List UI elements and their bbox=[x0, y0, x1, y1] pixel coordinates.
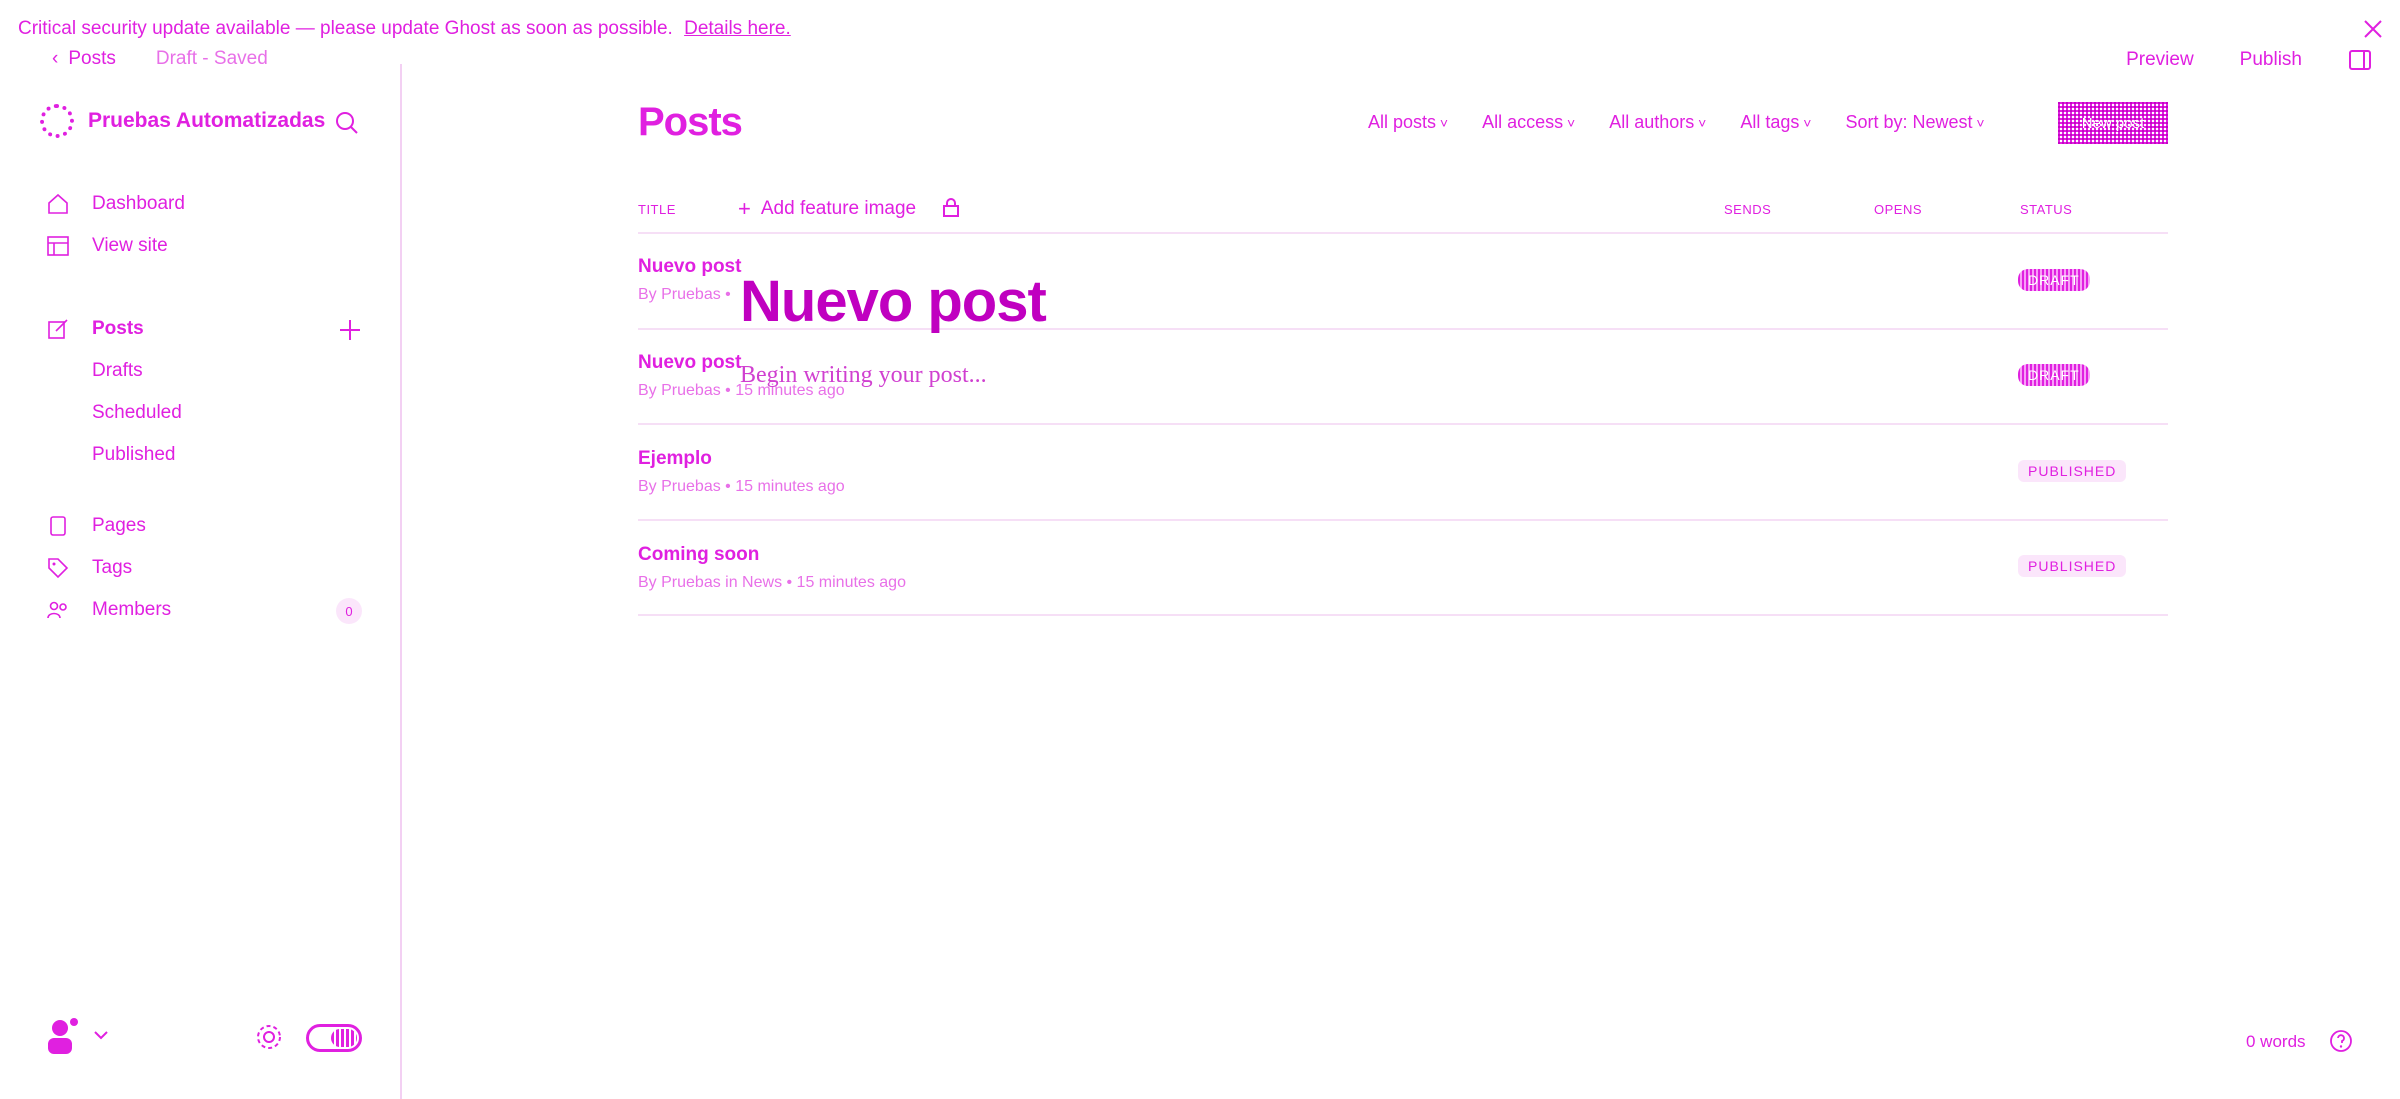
post-title: Nuevo post bbox=[638, 352, 742, 373]
column-header-title: TITLE bbox=[638, 202, 676, 217]
home-icon bbox=[48, 193, 68, 214]
sidebar-item-tags[interactable]: Tags bbox=[46, 556, 132, 580]
sidebar-item-scheduled[interactable]: Scheduled bbox=[92, 402, 182, 424]
sidebar bbox=[0, 64, 402, 1099]
new-post-button[interactable]: New post bbox=[2058, 102, 2168, 144]
divider bbox=[638, 423, 2168, 425]
sort-by-select[interactable]: Sort by: Newest bbox=[1845, 112, 1984, 133]
editor-title-input[interactable]: Nuevo post bbox=[740, 268, 1047, 335]
sidebar-item-view-site[interactable]: View site bbox=[46, 234, 168, 258]
user-avatar-icon[interactable] bbox=[46, 1016, 80, 1056]
site-logo bbox=[40, 104, 74, 138]
column-header-sends: SENDS bbox=[1724, 202, 1772, 217]
post-title: Ejemplo bbox=[638, 448, 712, 469]
sidebar-item-members[interactable]: Members bbox=[46, 598, 171, 622]
status-badge: PUBLISHED bbox=[2018, 460, 2127, 482]
site-brand[interactable]: Pruebas Automatizadas bbox=[40, 104, 325, 138]
preview-button[interactable]: Preview bbox=[2126, 49, 2194, 71]
publish-button[interactable]: Publish bbox=[2240, 49, 2302, 71]
filter-all-authors[interactable]: All authors bbox=[1609, 112, 1706, 133]
page-title: Posts bbox=[638, 100, 743, 144]
filter-all-posts[interactable]: All posts bbox=[1368, 112, 1448, 133]
close-icon[interactable] bbox=[2360, 16, 2386, 42]
post-meta: By Pruebas in News • 15 minutes ago bbox=[638, 574, 906, 591]
post-title: Nuevo post bbox=[638, 256, 742, 277]
divider bbox=[638, 614, 2168, 616]
status-badge: DRAFT bbox=[2018, 269, 2090, 291]
plus-icon: + bbox=[738, 196, 751, 221]
chevron-down-icon[interactable] bbox=[92, 1026, 110, 1044]
table-row[interactable]: Coming soon By Pruebas in News • 15 minu… bbox=[638, 544, 2168, 639]
sidebar-item-label: Pages bbox=[92, 515, 146, 536]
site-name: Pruebas Automatizadas bbox=[88, 109, 326, 132]
sidebar-item-label: Posts bbox=[92, 318, 144, 339]
banner-details-link[interactable]: Details here. bbox=[684, 18, 791, 39]
sidebar-item-published[interactable]: Published bbox=[92, 444, 175, 466]
status-badge: DRAFT bbox=[2018, 364, 2090, 386]
sidebar-item-pages[interactable]: Pages bbox=[46, 514, 146, 538]
tag-icon bbox=[48, 558, 69, 579]
filter-all-access[interactable]: All access bbox=[1482, 112, 1575, 133]
sidebar-item-label: Tags bbox=[92, 557, 133, 578]
sidebar-item-drafts[interactable]: Drafts bbox=[92, 360, 143, 382]
page-icon bbox=[50, 516, 66, 536]
editor-topbar-right: Preview Publish bbox=[2126, 48, 2372, 72]
post-meta: By Pruebas • 15 minutes ago bbox=[638, 478, 845, 495]
members-count-badge: 0 bbox=[336, 598, 362, 624]
sidebar-item-label: View site bbox=[92, 235, 168, 256]
post-meta: By Pruebas • bbox=[638, 286, 731, 303]
post-filters: All posts All access All authors All tag… bbox=[1368, 112, 1985, 133]
members-icon bbox=[47, 601, 67, 619]
status-badge: PUBLISHED bbox=[2018, 555, 2127, 577]
banner-text: Critical security update available — ple… bbox=[18, 18, 673, 39]
add-feature-image-button[interactable]: + Add feature image bbox=[738, 196, 916, 222]
post-title: Coming soon bbox=[638, 544, 760, 565]
add-post-icon[interactable] bbox=[336, 316, 364, 344]
dark-mode-toggle[interactable] bbox=[306, 1024, 362, 1052]
edit-icon bbox=[48, 319, 68, 339]
column-header-opens: OPENS bbox=[1874, 202, 1923, 217]
divider bbox=[638, 519, 2168, 521]
divider bbox=[638, 232, 2168, 234]
column-header-status: STATUS bbox=[2020, 202, 2073, 217]
add-feature-label: Add feature image bbox=[760, 198, 917, 219]
gear-icon[interactable] bbox=[254, 1022, 284, 1052]
sidebar-item-posts[interactable]: Posts bbox=[46, 317, 144, 341]
editor-body-input[interactable]: Begin writing your post... bbox=[740, 362, 987, 389]
help-icon[interactable] bbox=[2328, 1028, 2354, 1054]
sidebar-toggle-icon[interactable] bbox=[2348, 48, 2372, 72]
table-row[interactable]: Ejemplo By Pruebas • 15 minutes ago PUBL… bbox=[638, 448, 2168, 543]
sidebar-item-label: Members bbox=[92, 599, 172, 620]
word-count: 0 words bbox=[2246, 1032, 2306, 1051]
sidebar-item-label: Dashboard bbox=[92, 193, 185, 214]
search-icon[interactable] bbox=[332, 108, 362, 138]
lock-icon[interactable] bbox=[940, 196, 962, 218]
sidebar-item-dashboard[interactable]: Dashboard bbox=[46, 192, 185, 216]
filter-all-tags[interactable]: All tags bbox=[1740, 112, 1811, 133]
security-banner: Critical security update available — ple… bbox=[18, 18, 791, 40]
window-icon bbox=[47, 236, 69, 256]
